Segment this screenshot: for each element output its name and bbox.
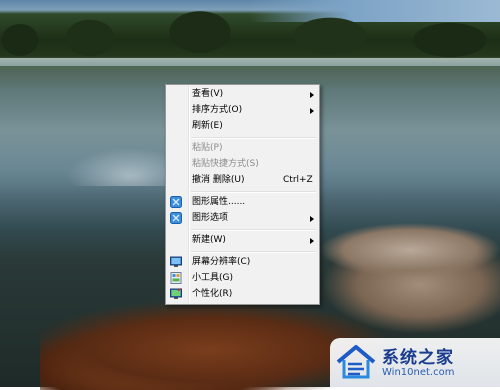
submenu-arrow-icon bbox=[310, 238, 314, 244]
menu-item-refresh[interactable]: 刷新(E) bbox=[168, 119, 317, 134]
personalize-icon bbox=[170, 288, 182, 299]
house-logo-icon bbox=[336, 345, 376, 379]
intel-graphics-icon bbox=[170, 196, 182, 208]
submenu-arrow-icon bbox=[310, 108, 314, 114]
menu-item-label: 排序方式(O) bbox=[192, 105, 243, 115]
menu-item-screen-resolution[interactable]: 屏幕分辨率(C) bbox=[168, 255, 317, 270]
menu-item-label: 新建(W) bbox=[192, 235, 226, 245]
menu-item-personalize[interactable]: 个性化(R) bbox=[168, 287, 317, 302]
menu-item-label: 个性化(R) bbox=[192, 289, 233, 299]
lake-shore bbox=[0, 58, 500, 66]
menu-item-label: 粘贴(P) bbox=[192, 143, 223, 153]
menu-item-shortcut: Ctrl+Z bbox=[283, 175, 313, 185]
menu-item-label: 图形属性...... bbox=[192, 197, 246, 207]
menu-item-label: 查看(V) bbox=[192, 89, 224, 99]
menu-item-graphics-options[interactable]: 图形选项 bbox=[168, 211, 317, 226]
submenu-arrow-icon bbox=[310, 92, 314, 98]
menu-item-gadgets[interactable]: 小工具(G) bbox=[168, 271, 317, 286]
watermark-title: 系统之家 bbox=[382, 348, 454, 368]
menu-item-paste[interactable]: 粘贴(P) bbox=[168, 141, 317, 156]
menu-item-label: 屏幕分辨率(C) bbox=[192, 257, 251, 267]
gadgets-icon bbox=[170, 272, 182, 284]
driftwood-log-end bbox=[300, 210, 500, 280]
menu-separator bbox=[191, 251, 316, 253]
submenu-arrow-icon bbox=[310, 216, 314, 222]
menu-item-graphics-properties[interactable]: 图形属性...... bbox=[168, 195, 317, 210]
menu-item-label: 刷新(E) bbox=[192, 121, 223, 131]
menu-separator bbox=[191, 137, 316, 139]
menu-item-paste-shortcut[interactable]: 粘贴快捷方式(S) bbox=[168, 157, 317, 172]
menu-item-view[interactable]: 查看(V) bbox=[168, 87, 317, 102]
menu-separator bbox=[191, 191, 316, 193]
menu-separator bbox=[191, 229, 316, 231]
monitor-icon bbox=[170, 256, 182, 267]
forest-treeline bbox=[0, 0, 500, 64]
intel-graphics-icon bbox=[170, 212, 182, 224]
menu-item-label: 小工具(G) bbox=[192, 273, 233, 283]
menu-item-label: 粘贴快捷方式(S) bbox=[192, 159, 259, 169]
watermark-url: Win10net.com bbox=[382, 367, 455, 378]
menu-item-undo-delete[interactable]: 撤消 删除(U) Ctrl+Z bbox=[168, 173, 317, 188]
desktop-context-menu: 查看(V) 排序方式(O) 刷新(E) 粘贴(P) 粘贴快捷方式(S) 撤消 删… bbox=[165, 84, 320, 305]
menu-item-new[interactable]: 新建(W) bbox=[168, 233, 317, 248]
menu-item-sort-by[interactable]: 排序方式(O) bbox=[168, 103, 317, 118]
menu-item-label: 图形选项 bbox=[192, 213, 229, 223]
menu-item-label: 撤消 删除(U) bbox=[192, 175, 245, 185]
site-watermark: 系统之家 Win10net.com bbox=[330, 338, 500, 387]
